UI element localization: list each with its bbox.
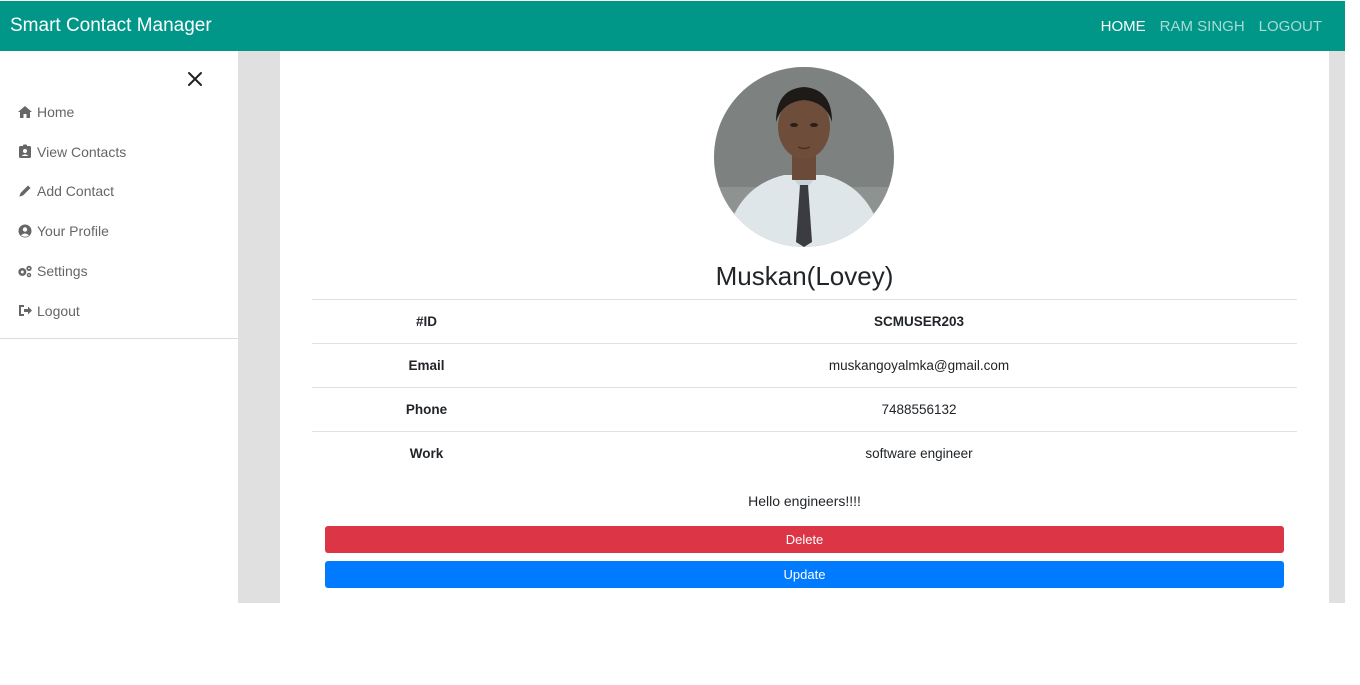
sidebar: Home View Contacts Add Contact Your Prof…	[0, 51, 238, 603]
row-value: software engineer	[541, 431, 1297, 476]
sidebar-item-label: Logout	[37, 302, 80, 319]
update-button[interactable]: Update	[325, 561, 1284, 588]
sidebar-item-home[interactable]: Home	[0, 92, 238, 132]
sidebar-item-add-contact[interactable]: Add Contact	[0, 172, 238, 212]
sidebar-divider	[0, 338, 238, 339]
user-circle-icon	[17, 223, 33, 239]
contact-description: Hello engineers!!!!	[748, 493, 861, 509]
content-gutter-left	[238, 51, 280, 603]
content-gutter-right	[1329, 51, 1345, 603]
contact-detail-card: Muskan(Lovey) #ID SCMUSER203 Email muska…	[280, 51, 1329, 603]
row-key: #ID	[312, 299, 541, 344]
sidebar-item-label: View Contacts	[37, 143, 127, 160]
sidebar-item-label: Add Contact	[37, 183, 115, 200]
sidebar-item-label: Your Profile	[37, 223, 109, 240]
contact-name: Muskan(Lovey)	[715, 261, 894, 291]
row-key: Phone	[312, 387, 541, 432]
avatar	[714, 67, 894, 247]
sign-out-icon	[17, 303, 33, 319]
sidebar-item-logout[interactable]: Logout	[0, 291, 238, 331]
pencil-icon	[17, 183, 33, 199]
table-row: Email muskangoyalmka@gmail.com	[312, 343, 1297, 388]
table-row: Phone 7488556132	[312, 387, 1297, 432]
contact-card-icon	[17, 144, 33, 160]
row-key: Work	[312, 431, 541, 476]
table-row: Work software engineer	[312, 431, 1297, 476]
row-value: 7488556132	[541, 387, 1297, 432]
sidebar-item-label: Settings	[37, 263, 88, 280]
brand-title[interactable]: Smart Contact Manager	[10, 15, 212, 37]
row-value: muskangoyalmka@gmail.com	[541, 343, 1297, 388]
sidebar-item-label: Home	[37, 103, 75, 120]
row-key: Email	[312, 343, 541, 388]
nav-link-user[interactable]: RAM SINGH	[1160, 18, 1245, 35]
nav-link-logout[interactable]: LOGOUT	[1259, 18, 1322, 35]
sidebar-item-view-contacts[interactable]: View Contacts	[0, 132, 238, 172]
gears-icon	[17, 263, 33, 279]
delete-button[interactable]: Delete	[325, 526, 1284, 553]
row-value: SCMUSER203	[541, 299, 1297, 344]
close-icon[interactable]	[186, 70, 204, 88]
table-row: #ID SCMUSER203	[312, 299, 1297, 344]
home-icon	[17, 104, 33, 120]
contact-details-table: #ID SCMUSER203 Email muskangoyalmka@gmai…	[312, 299, 1297, 476]
nav-links: HOME RAM SINGH LOGOUT	[1087, 18, 1322, 35]
top-navbar: Smart Contact Manager HOME RAM SINGH LOG…	[0, 1, 1345, 51]
sidebar-item-settings[interactable]: Settings	[0, 251, 238, 291]
sidebar-item-your-profile[interactable]: Your Profile	[0, 211, 238, 251]
sidebar-menu: Home View Contacts Add Contact Your Prof…	[0, 92, 238, 331]
nav-link-home[interactable]: HOME	[1101, 18, 1146, 35]
